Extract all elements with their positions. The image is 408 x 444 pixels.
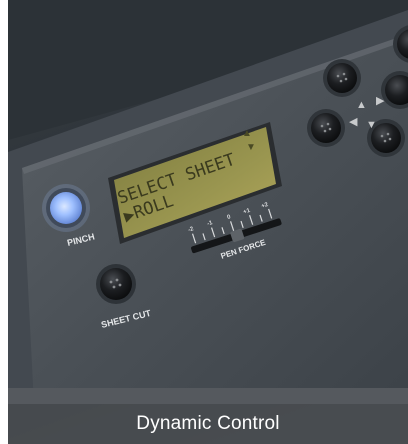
lcd-up-arrow-icon: ▲ (242, 128, 252, 139)
caption-text: Dynamic Control (136, 413, 280, 434)
control-panel-illustration: SELECT SHEET ▶ROLL ▲ ▼ PINCH SHEET CUT -… (8, 0, 408, 404)
right-arrow-indicator-icon: ▶ (376, 95, 385, 107)
down-arrow-indicator-icon: ▼ (366, 119, 377, 131)
left-arrow-button[interactable] (311, 113, 341, 143)
panel-lower-edge (8, 388, 408, 404)
sheet-cut-button[interactable] (100, 268, 132, 300)
pinch-led-glow (42, 184, 90, 232)
image-frame: SELECT SHEET ▶ROLL ▲ ▼ PINCH SHEET CUT -… (0, 0, 408, 444)
up-arrow-indicator-icon: ▲ (356, 99, 367, 111)
caption-bar: Dynamic Control (8, 404, 408, 444)
lcd-down-arrow-icon: ▼ (246, 142, 256, 153)
control-panel-photo: SELECT SHEET ▶ROLL ▲ ▼ PINCH SHEET CUT -… (8, 0, 408, 444)
up-arrow-button[interactable] (327, 63, 357, 93)
left-arrow-indicator-icon: ◀ (349, 116, 358, 128)
